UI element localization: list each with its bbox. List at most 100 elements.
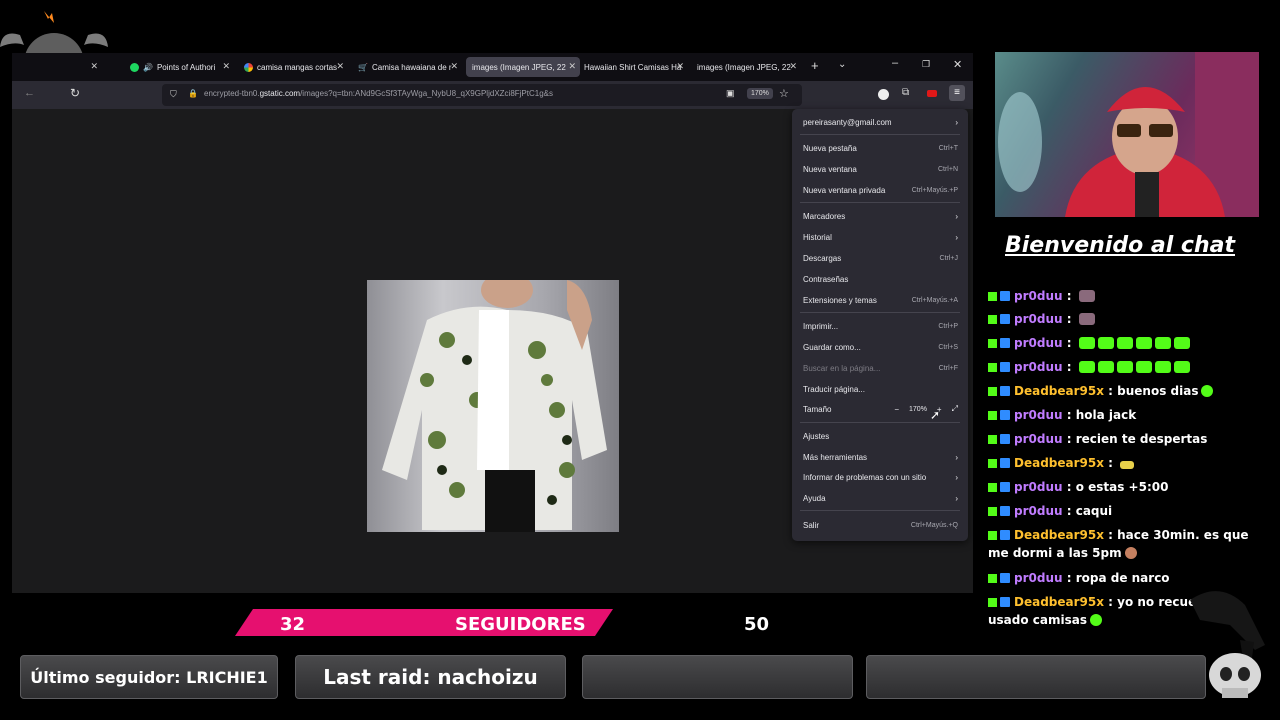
kick-badge-icon [988,339,997,348]
chat-username[interactable]: pr0duu [1014,289,1063,303]
subscriber-badge-icon [1000,314,1010,324]
lock-icon[interactable]: 🔒 [188,89,198,98]
menu-extensiones[interactable]: Extensiones y temas Ctrl+Mayús.+A [803,293,958,307]
tab-camisa-mangas[interactable]: camisa mangas cortas ✕ [244,57,348,77]
new-tab-icon[interactable]: + [811,58,819,73]
menu-ayuda[interactable]: Ayuda › [803,491,958,505]
tab-images-2[interactable]: images (Imagen JPEG, 22 ✕ [697,57,801,77]
kick-badge-icon [988,411,997,420]
chat-username[interactable]: pr0duu [1014,571,1063,585]
subscriber-badge-icon [1000,482,1010,492]
extension-badge-icon[interactable] [927,90,937,97]
zoom-value[interactable]: 170% [909,406,927,413]
tab-images-active[interactable]: images (Imagen JPEG, 22 ✕ [466,57,580,77]
chat-username[interactable]: Deadbear95x [1014,456,1104,470]
chat-username[interactable]: pr0duu [1014,504,1063,518]
chat-username[interactable]: Deadbear95x [1014,384,1104,398]
emote-icon [1173,337,1190,349]
reader-view-icon[interactable]: ▣ [726,88,735,99]
close-icon[interactable]: ✕ [789,61,797,72]
chat-message: pr0duu : [988,358,1270,376]
tab-points-of-authority[interactable]: 🔊 Points of Authori ✕ [130,57,234,77]
emote-icon [1078,337,1095,349]
close-icon[interactable]: ✕ [90,61,98,72]
restore-icon[interactable]: ❐ [922,59,930,70]
menu-descargas[interactable]: Descargas Ctrl+J [803,251,958,265]
bookmark-star-icon[interactable]: ☆ [779,87,789,100]
fullscreen-icon[interactable]: ⤢ [952,404,958,414]
menu-separator [800,134,960,135]
menu-buscar[interactable]: Buscar en la página... Ctrl+F [803,361,958,375]
shield-icon[interactable]: ⛉ [170,89,177,100]
account-icon[interactable] [878,89,889,100]
emote-icon [1078,313,1095,325]
tab-label: Camisa hawaiana de r [371,62,452,72]
mouse-cursor-icon: ➚ [930,408,941,422]
tab-partial[interactable]: ✕ [72,57,102,77]
zoom-out-button[interactable]: − [894,405,899,414]
menu-salir[interactable]: Salir Ctrl+Mayús.+Q [803,518,958,532]
chat-message: pr0duu : o estas +5:00 [988,478,1270,496]
menu-traducir[interactable]: Traducir página... [803,382,958,396]
menu-historial[interactable]: Historial › [803,230,958,244]
reload-icon[interactable]: ↻ [70,86,80,100]
chat-username[interactable]: pr0duu [1014,312,1063,326]
last-follower-text: Último seguidor: LRICHIE1 [30,667,268,687]
empty-info-box [866,655,1206,699]
chevron-right-icon: › [955,452,958,462]
follower-count: 32 [280,614,306,635]
emote-icon [1135,337,1152,349]
shirt-model-image [382,280,607,532]
close-icon[interactable]: ✕ [336,61,344,72]
kick-badge-icon [988,315,997,324]
menu-ajustes[interactable]: Ajustes [803,429,958,443]
follower-goal-label: SEGUIDORES [455,614,586,635]
menu-mas-herramientas[interactable]: Más herramientas › [803,450,958,464]
chat-message: Deadbear95x : buenos dias [988,382,1270,400]
close-icon[interactable]: ✕ [222,61,230,72]
menu-informar[interactable]: Informar de problemas con un sitio › [803,470,958,484]
chat-username[interactable]: pr0duu [1014,480,1063,494]
menu-imprimir[interactable]: Imprimir... Ctrl+P [803,319,958,333]
subscriber-badge-icon [1000,386,1010,396]
close-icon[interactable]: ✕ [450,61,458,72]
tab-hawaiian-shirt[interactable]: Hawaiian Shirt Camisas Ha ✕ [584,57,688,77]
window-close-icon[interactable]: ✕ [953,58,962,71]
menu-nueva-ventana[interactable]: Nueva ventana Ctrl+N [803,162,958,176]
speaker-icon[interactable]: 🔊 [143,63,153,72]
zoom-badge[interactable]: 170% [747,88,773,99]
extensions-icon[interactable]: ⧉ [902,87,909,98]
menu-contrasenas[interactable]: Contraseñas [803,272,958,286]
tab-strip: ✕ 🔊 Points of Authori ✕ camisa mangas co… [12,53,973,81]
tab-camisa-hawaiana[interactable]: 🛒 Camisa hawaiana de r ✕ [358,57,462,77]
chat-username[interactable]: pr0duu [1014,432,1063,446]
close-icon[interactable]: ✕ [568,61,576,72]
menu-marcadores[interactable]: Marcadores › [803,209,958,223]
hamburger-menu-icon[interactable]: ≡ [949,85,965,101]
url-text[interactable]: encrypted-tbn0.gstatic.com/images?q=tbn:… [204,89,553,98]
menu-account[interactable]: pereirasanty@gmail.com › [803,115,958,129]
subscriber-badge-icon [1000,458,1010,468]
menu-nueva-pestana[interactable]: Nueva pestaña Ctrl+T [803,141,958,155]
tab-label: Hawaiian Shirt Camisas Ha [584,62,682,72]
chat-message: Deadbear95x : hace 30min. es que me dorm… [988,528,1249,560]
app-menu-panel: pereirasanty@gmail.com › Nueva pestaña Ctr… [792,109,968,541]
chevron-right-icon: › [955,117,958,127]
subscriber-badge-icon [1000,573,1010,583]
chat-username[interactable]: Deadbear95x [1014,595,1104,609]
chat-username[interactable]: pr0duu [1014,336,1063,350]
chevron-down-icon[interactable]: ⌄ [838,59,846,70]
chat-username[interactable]: pr0duu [1014,360,1063,374]
subscriber-badge-icon [1000,434,1010,444]
close-icon[interactable]: ✕ [676,61,684,72]
chat-username[interactable]: pr0duu [1014,408,1063,422]
subscriber-badge-icon [1000,410,1010,420]
menu-guardar-como[interactable]: Guardar como... Ctrl+S [803,340,958,354]
emote-icon [1154,337,1171,349]
chat-username[interactable]: Deadbear95x [1014,528,1104,542]
menu-ventana-privada[interactable]: Nueva ventana privada Ctrl+Mayús.+P [803,183,958,197]
url-bar[interactable]: ⛉ 🔒 encrypted-tbn0.gstatic.com/images?q=… [162,84,802,106]
emote-icon [1201,385,1214,397]
back-icon[interactable]: ← [24,87,35,99]
minimize-icon[interactable]: – [892,57,898,69]
